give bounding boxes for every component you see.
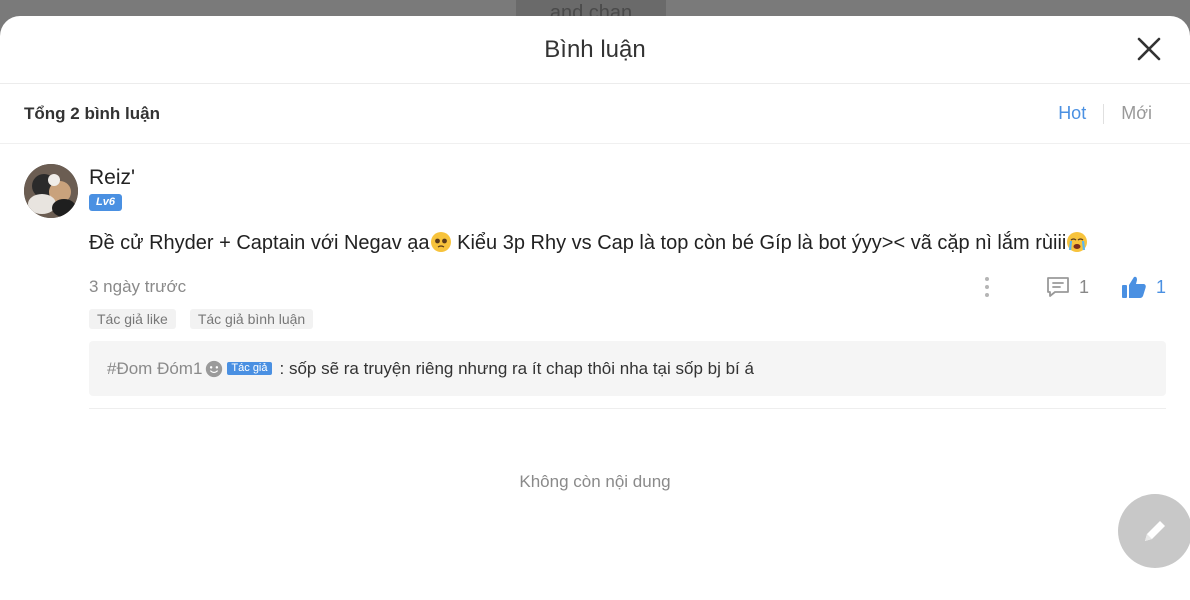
reply-count: 1	[1078, 276, 1089, 297]
reply-username[interactable]: #Đom Đóm1	[107, 359, 202, 379]
comment-body: Reiz' Lv6 Đề cử Rhyder + Captain với Neg…	[89, 164, 1166, 409]
comment-toolbar: Tổng 2 bình luận Hot Mới	[0, 84, 1190, 144]
author-badge: Tác giả	[227, 362, 272, 375]
comment-actions: 1 1	[977, 267, 1166, 307]
reply-icon	[1047, 277, 1069, 297]
comment-text-part1: Đề cử Rhyder + Captain với Negav ạa	[89, 232, 430, 254]
crying-emoji-icon	[1067, 232, 1088, 252]
total-comments-label: Tổng 2 bình luận	[24, 103, 160, 123]
pencil-icon	[1145, 521, 1165, 541]
more-icon-dot	[984, 293, 989, 297]
like-count: 1	[1155, 276, 1166, 297]
reply-button[interactable]: 1	[1045, 275, 1089, 299]
sort-hot-tab[interactable]: Hot	[1058, 103, 1086, 124]
write-comment-button[interactable]	[1118, 494, 1190, 568]
comment-item: Reiz' Lv6 Đề cử Rhyder + Captain với Neg…	[0, 144, 1190, 422]
author-tags: Tác giả like Tác giả bình luận	[89, 309, 1166, 329]
like-button[interactable]: 1	[1121, 275, 1166, 299]
more-icon-dot	[984, 285, 989, 289]
modal-title: Bình luận	[544, 35, 646, 63]
pleading-emoji-icon	[430, 232, 451, 252]
sort-new-tab[interactable]: Mới	[1121, 103, 1152, 124]
author-like-tag: Tác giả like	[89, 309, 176, 329]
no-more-content: Không còn nội dung	[519, 472, 671, 491]
comment-text: Đề cử Rhyder + Captain với Negav ạa Kiểu…	[89, 229, 1166, 257]
comment-username[interactable]: Reiz'	[89, 164, 1166, 192]
level-badge: Lv6	[89, 194, 122, 211]
author-reply-tag: Tác giả bình luận	[189, 309, 314, 329]
comment-meta: 3 ngày trước 1 1	[89, 267, 1166, 307]
more-icon	[984, 277, 989, 281]
comment-divider	[89, 408, 1166, 409]
comment-time: 3 ngày trước	[89, 277, 187, 296]
more-button[interactable]	[977, 273, 997, 301]
avatar[interactable]	[24, 164, 78, 218]
reply-text: : sốp sẽ ra truyện riêng nhưng ra ít cha…	[279, 358, 754, 378]
comment-text-part2: Kiểu 3p Rhy vs Cap là top còn bé Gíp là …	[451, 232, 1067, 254]
close-button[interactable]	[1136, 36, 1162, 62]
close-icon	[1137, 37, 1161, 61]
sort-switch: Hot Mới	[1058, 103, 1152, 124]
modal-header: Bình luận	[0, 16, 1190, 84]
sort-divider	[1103, 103, 1105, 124]
like-icon	[1121, 276, 1146, 298]
smile-emoji-icon	[206, 360, 223, 377]
comments-sheet: Bình luận Tổng 2 bình luận Hot Mới Reiz'…	[0, 16, 1190, 600]
reply-preview[interactable]: #Đom Đóm1 Tác giả : sốp sẽ ra truyện riê…	[89, 341, 1166, 396]
